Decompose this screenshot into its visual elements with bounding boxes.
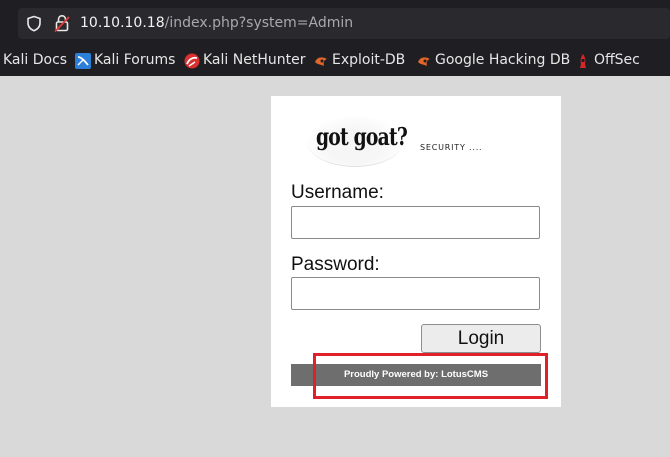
bookmark-label: Kali NetHunter (203, 52, 306, 68)
exploit-db-icon (315, 57, 327, 66)
password-input[interactable] (291, 277, 540, 310)
exploit-db-icon (418, 57, 430, 66)
shield-icon[interactable] (26, 15, 42, 36)
url-host: 10.10.10.18 (80, 15, 165, 31)
url-text[interactable]: 10.10.10.18/index.php?system=Admin (80, 14, 353, 32)
logo: got goat? (316, 122, 408, 151)
username-label: Username: (291, 182, 384, 203)
browser-toolbar: 10.10.10.18/index.php?system=Admin Kali … (0, 0, 670, 76)
bookmark-label: Kali Forums (94, 52, 176, 68)
password-label: Password: (291, 254, 380, 275)
username-input[interactable] (291, 206, 540, 239)
highlight-annotation (313, 353, 548, 399)
kali-forums-icon (75, 53, 91, 69)
bookmark-label: Exploit-DB (332, 52, 406, 68)
offsec-icon (580, 54, 586, 68)
login-button[interactable]: Login (421, 324, 541, 353)
kali-nethunter-icon (184, 53, 200, 69)
bookmarks-toolbar: Kali Docs Kali Forums Kali NetHunter Exp… (0, 48, 670, 72)
bookmark-label: OffSec (594, 52, 640, 68)
logo-tagline: SECURITY .... (420, 143, 483, 152)
url-path: /index.php?system=Admin (164, 15, 354, 31)
bookmark-label: Google Hacking DB (435, 52, 571, 68)
address-bar[interactable]: 10.10.10.18/index.php?system=Admin (18, 8, 670, 39)
bookmark-label: Kali Docs (3, 52, 68, 68)
insecure-lock-icon[interactable] (54, 14, 70, 37)
